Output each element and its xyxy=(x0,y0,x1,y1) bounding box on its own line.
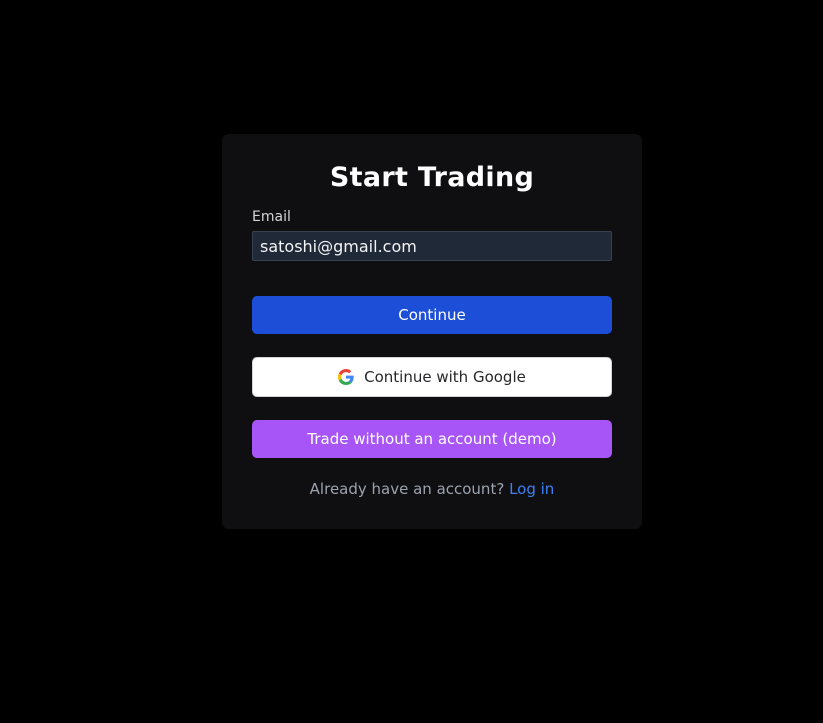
continue-button[interactable]: Continue xyxy=(252,296,612,334)
continue-button-label: Continue xyxy=(398,306,466,324)
signup-card: Start Trading Email Continue Continue wi… xyxy=(222,134,642,529)
login-link[interactable]: Log in xyxy=(509,480,554,498)
google-icon xyxy=(338,369,354,385)
login-prompt: Already have an account? Log in xyxy=(222,479,642,499)
page-title: Start Trading xyxy=(329,162,535,193)
continue-with-google-button[interactable]: Continue with Google xyxy=(252,357,612,397)
trade-demo-button[interactable]: Trade without an account (demo) xyxy=(252,420,612,458)
demo-button-label: Trade without an account (demo) xyxy=(307,430,557,448)
google-button-label: Continue with Google xyxy=(364,368,526,386)
email-input[interactable] xyxy=(252,231,612,261)
login-prompt-text: Already have an account? xyxy=(309,480,505,498)
email-label: Email xyxy=(252,209,291,225)
